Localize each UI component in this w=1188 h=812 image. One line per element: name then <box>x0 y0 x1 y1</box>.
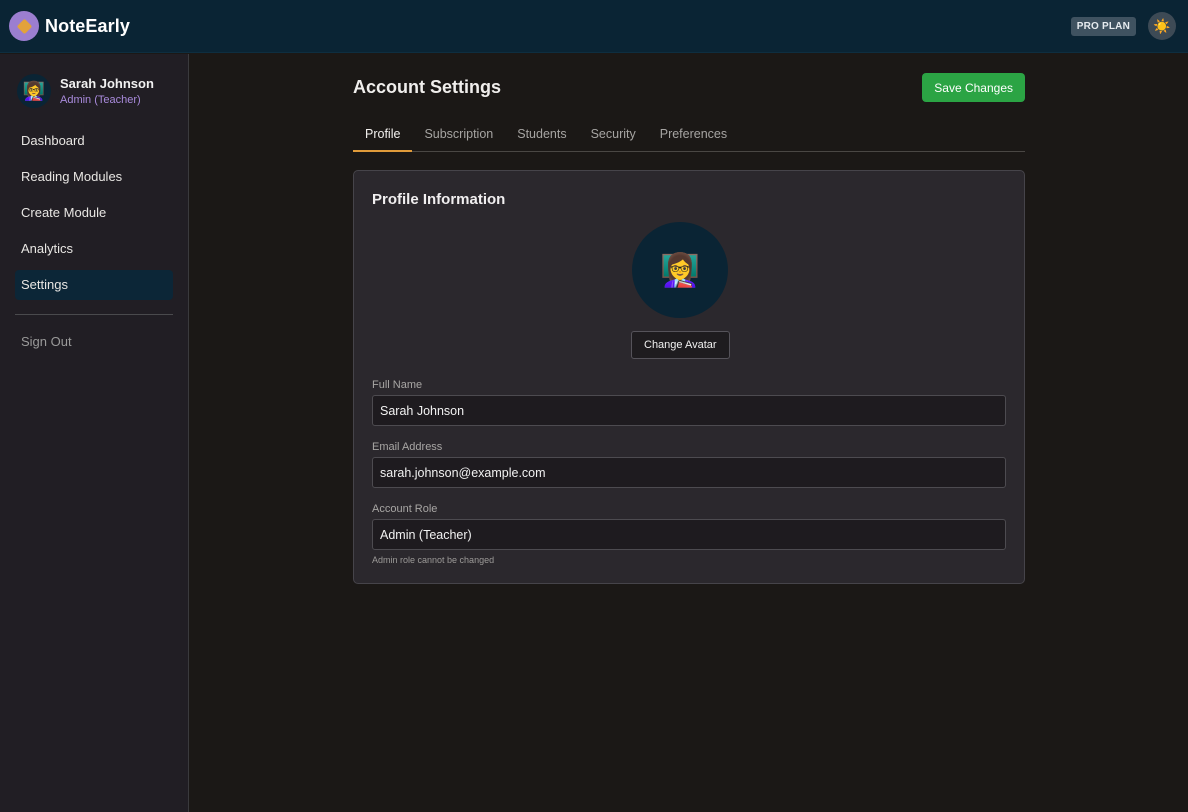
page-header: Account Settings Save Changes <box>353 73 1025 102</box>
avatar: 👩‍🏫 <box>17 74 51 108</box>
tab-preferences[interactable]: Preferences <box>648 121 739 152</box>
page-title: Account Settings <box>353 77 502 97</box>
settings-tabs: Profile Subscription Students Security P… <box>353 121 1025 152</box>
profile-card: Profile Information 👩‍🏫 Change Avatar Fu… <box>353 170 1025 584</box>
tab-profile[interactable]: Profile <box>353 121 413 152</box>
save-changes-button[interactable]: Save Changes <box>922 73 1025 102</box>
role-helper-text: Admin role cannot be changed <box>372 555 495 565</box>
profile-section-title: Profile Information <box>372 191 506 208</box>
sidebar-item-settings[interactable]: Settings <box>15 270 173 300</box>
sidebar: 👩‍🏫 Sarah Johnson Admin (Teacher) Dashbo… <box>0 54 189 812</box>
sidebar-nav: Dashboard Reading Modules Create Module … <box>15 126 173 300</box>
brand-logo-icon <box>9 11 39 41</box>
account-role-field[interactable] <box>372 519 1006 550</box>
profile-avatar: 👩‍🏫 <box>632 222 728 318</box>
sidebar-item-reading-modules[interactable]: Reading Modules <box>15 162 173 192</box>
tab-students[interactable]: Students <box>505 121 578 152</box>
user-role: Admin (Teacher) <box>60 94 141 106</box>
top-bar: NoteEarly PRO PLAN ☀️ <box>0 0 1188 53</box>
full-name-label: Full Name <box>372 379 423 391</box>
full-name-field[interactable] <box>372 395 1006 426</box>
user-card: 👩‍🏫 Sarah Johnson Admin (Teacher) <box>15 74 173 108</box>
theme-toggle-sun-icon[interactable]: ☀️ <box>1148 12 1176 40</box>
sidebar-divider <box>15 314 173 315</box>
account-role-label: Account Role <box>372 503 438 515</box>
user-name: Sarah Johnson <box>60 76 154 91</box>
sidebar-item-analytics[interactable]: Analytics <box>15 234 173 264</box>
plan-badge: PRO PLAN <box>1070 16 1136 36</box>
top-right-controls: PRO PLAN ☀️ <box>1070 12 1176 40</box>
sidebar-item-dashboard[interactable]: Dashboard <box>15 126 173 156</box>
brand[interactable]: NoteEarly <box>9 11 130 41</box>
tab-security[interactable]: Security <box>579 121 648 152</box>
tab-subscription[interactable]: Subscription <box>412 121 505 152</box>
change-avatar-button[interactable]: Change Avatar <box>631 331 730 359</box>
sidebar-item-create-module[interactable]: Create Module <box>15 198 173 228</box>
brand-name: NoteEarly <box>45 15 130 36</box>
email-label: Email Address <box>372 441 443 453</box>
email-field[interactable] <box>372 457 1006 488</box>
main-content: Account Settings Save Changes Profile Su… <box>189 54 1188 812</box>
sign-out-link[interactable]: Sign Out <box>15 334 72 349</box>
